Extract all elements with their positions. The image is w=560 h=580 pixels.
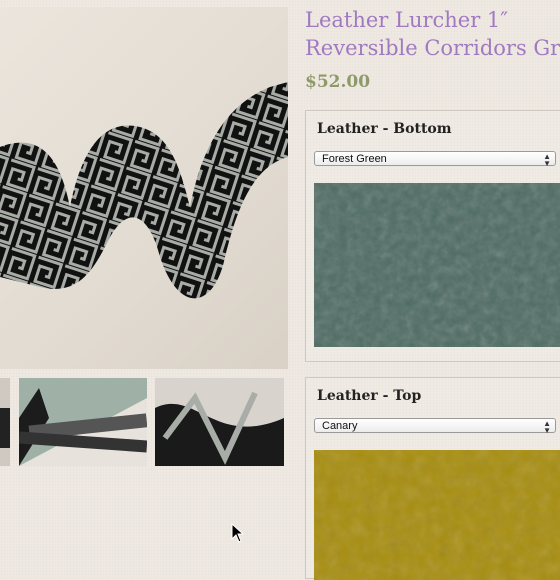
leather-bottom-swatch [314,183,560,347]
leather-top-select[interactable]: Canary ▲ ▼ [314,418,556,435]
leather-top-swatch [314,450,560,580]
product-price: $52.00 [305,72,371,92]
thumbnail-1[interactable] [0,378,10,466]
select-value: Forest Green [322,153,387,165]
select-value: Canary [322,420,358,432]
product-title: Leather Lurcher 1″ Reversible Corridors … [305,6,560,62]
option-title: Leather - Bottom [317,121,452,137]
option-title: Leather - Top [317,388,422,404]
mouse-pointer-icon [231,522,245,548]
main-product-photo[interactable] [0,7,288,369]
leather-bottom-select[interactable]: Forest Green ▲ ▼ [314,151,556,168]
updown-chevron-icon: ▲ ▼ [543,419,551,435]
option-leather-top: Leather - Top Canary ▲ ▼ [305,377,560,580]
option-leather-bottom: Leather - Bottom Forest Green ▲ ▼ [305,110,560,362]
thumbnail-2[interactable] [19,378,147,466]
product-title-line1: Leather Lurcher 1″ [305,8,509,32]
thumbnail-3[interactable] [155,378,284,466]
updown-chevron-icon: ▲ ▼ [543,152,551,168]
product-title-line2: Reversible Corridors Grey [305,36,560,60]
